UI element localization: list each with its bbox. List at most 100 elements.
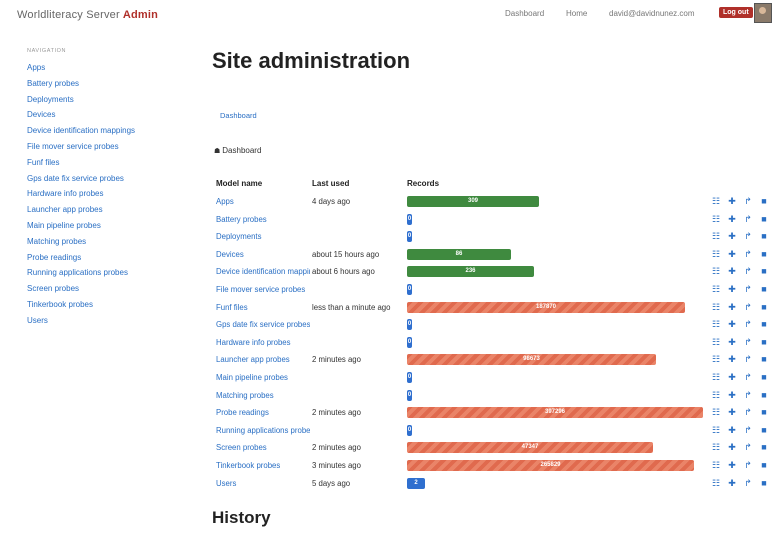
list-icon[interactable]: ☷ [711,231,721,242]
model-name-link[interactable]: File mover service probes [216,285,310,294]
plus-icon[interactable]: ✚ [727,425,737,436]
list-icon[interactable]: ☷ [711,337,721,348]
model-name-link[interactable]: Battery probes [216,215,310,224]
book-icon[interactable]: ■ [759,231,769,242]
list-icon[interactable]: ☷ [711,460,721,471]
plus-icon[interactable]: ✚ [727,196,737,207]
book-icon[interactable]: ■ [759,390,769,401]
sidebar-item-devices[interactable]: Devices [27,107,187,123]
export-icon[interactable]: ↱ [743,460,753,471]
model-name-link[interactable]: Matching probes [216,391,310,400]
sidebar-item-apps[interactable]: Apps [27,60,187,76]
model-name-link[interactable]: Launcher app probes [216,355,310,364]
sidebar-item-gps-date-fix-service-probes[interactable]: Gps date fix service probes [27,171,187,187]
dashboard-link[interactable]: Dashboard [220,111,257,120]
brand[interactable]: Worldliteracy Server Admin [17,9,158,21]
export-icon[interactable]: ↱ [743,214,753,225]
book-icon[interactable]: ■ [759,266,769,277]
model-name-link[interactable]: Running applications probes [216,426,310,435]
export-icon[interactable]: ↱ [743,196,753,207]
model-name-link[interactable]: Main pipeline probes [216,373,310,382]
nav-user-email-link[interactable]: david@davidnunez.com [609,9,695,18]
sidebar-item-device-identification-mappings[interactable]: Device identification mappings [27,123,187,139]
export-icon[interactable]: ↱ [743,284,753,295]
list-icon[interactable]: ☷ [711,319,721,330]
list-icon[interactable]: ☷ [711,249,721,260]
list-icon[interactable]: ☷ [711,214,721,225]
book-icon[interactable]: ■ [759,407,769,418]
plus-icon[interactable]: ✚ [727,372,737,383]
export-icon[interactable]: ↱ [743,302,753,313]
list-icon[interactable]: ☷ [711,196,721,207]
plus-icon[interactable]: ✚ [727,407,737,418]
plus-icon[interactable]: ✚ [727,284,737,295]
model-name-link[interactable]: Screen probes [216,443,310,452]
book-icon[interactable]: ■ [759,337,769,348]
plus-icon[interactable]: ✚ [727,478,737,489]
model-name-link[interactable]: Hardware info probes [216,338,310,347]
book-icon[interactable]: ■ [759,319,769,330]
plus-icon[interactable]: ✚ [727,302,737,313]
sidebar-item-battery-probes[interactable]: Battery probes [27,76,187,92]
plus-icon[interactable]: ✚ [727,249,737,260]
plus-icon[interactable]: ✚ [727,337,737,348]
model-name-link[interactable]: Funf files [216,303,310,312]
export-icon[interactable]: ↱ [743,231,753,242]
export-icon[interactable]: ↱ [743,425,753,436]
list-icon[interactable]: ☷ [711,407,721,418]
model-name-link[interactable]: Devices [216,250,310,259]
book-icon[interactable]: ■ [759,284,769,295]
model-name-link[interactable]: Apps [216,197,310,206]
export-icon[interactable]: ↱ [743,407,753,418]
list-icon[interactable]: ☷ [711,425,721,436]
model-name-link[interactable]: Probe readings [216,408,310,417]
export-icon[interactable]: ↱ [743,372,753,383]
plus-icon[interactable]: ✚ [727,266,737,277]
export-icon[interactable]: ↱ [743,354,753,365]
export-icon[interactable]: ↱ [743,337,753,348]
export-icon[interactable]: ↱ [743,478,753,489]
book-icon[interactable]: ■ [759,425,769,436]
plus-icon[interactable]: ✚ [727,319,737,330]
model-name-link[interactable]: Deployments [216,232,310,241]
logout-button[interactable]: Log out [719,7,753,18]
list-icon[interactable]: ☷ [711,442,721,453]
plus-icon[interactable]: ✚ [727,231,737,242]
model-name-link[interactable]: Device identification mappings [216,267,310,276]
plus-icon[interactable]: ✚ [727,442,737,453]
list-icon[interactable]: ☷ [711,302,721,313]
sidebar-item-file-mover-service-probes[interactable]: File mover service probes [27,139,187,155]
book-icon[interactable]: ■ [759,249,769,260]
plus-icon[interactable]: ✚ [727,390,737,401]
nav-dashboard-link[interactable]: Dashboard [505,9,544,18]
list-icon[interactable]: ☷ [711,354,721,365]
model-name-link[interactable]: Gps date fix service probes [216,320,310,329]
sidebar-item-funf-files[interactable]: Funf files [27,155,187,171]
book-icon[interactable]: ■ [759,354,769,365]
book-icon[interactable]: ■ [759,196,769,207]
home-icon[interactable]: ☗ [214,148,220,155]
export-icon[interactable]: ↱ [743,390,753,401]
list-icon[interactable]: ☷ [711,266,721,277]
model-name-link[interactable]: Tinkerbook probes [216,461,310,470]
book-icon[interactable]: ■ [759,442,769,453]
list-icon[interactable]: ☷ [711,284,721,295]
book-icon[interactable]: ■ [759,478,769,489]
book-icon[interactable]: ■ [759,214,769,225]
avatar[interactable] [754,3,772,23]
sidebar-item-deployments[interactable]: Deployments [27,92,187,108]
plus-icon[interactable]: ✚ [727,214,737,225]
export-icon[interactable]: ↱ [743,266,753,277]
book-icon[interactable]: ■ [759,372,769,383]
plus-icon[interactable]: ✚ [727,354,737,365]
model-name-link[interactable]: Users [216,479,310,488]
export-icon[interactable]: ↱ [743,249,753,260]
list-icon[interactable]: ☷ [711,372,721,383]
list-icon[interactable]: ☷ [711,390,721,401]
book-icon[interactable]: ■ [759,460,769,471]
export-icon[interactable]: ↱ [743,319,753,330]
nav-home-link[interactable]: Home [566,9,587,18]
book-icon[interactable]: ■ [759,302,769,313]
export-icon[interactable]: ↱ [743,442,753,453]
plus-icon[interactable]: ✚ [727,460,737,471]
